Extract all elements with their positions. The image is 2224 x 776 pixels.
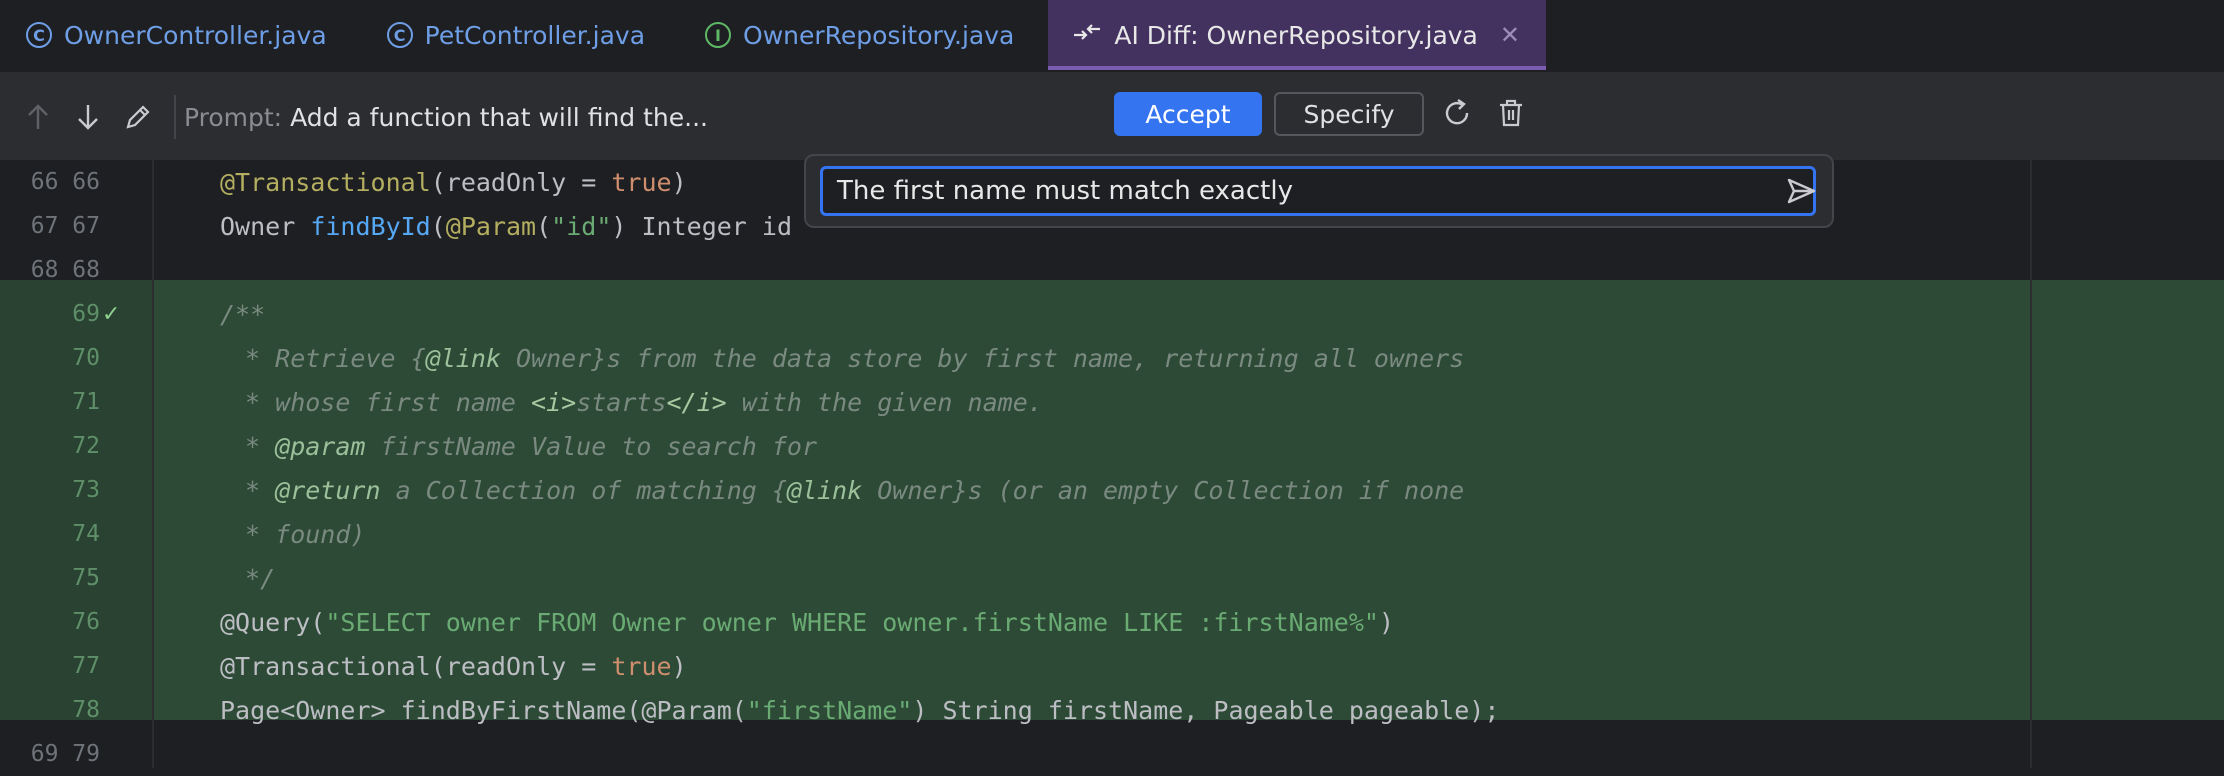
line-number: 71 <box>72 389 100 415</box>
specify-popup: The first name must match exactly <box>804 154 1834 228</box>
toolbar-separator <box>174 95 176 139</box>
editor-tab-bar: C OwnerController.java C PetController.j… <box>0 0 2224 74</box>
send-icon[interactable] <box>1784 166 1818 220</box>
code-text: * @param firstName Value to search for <box>230 431 818 461</box>
arrow-down-icon[interactable] <box>70 99 106 135</box>
code-text: * @return a Collection of matching {@lin… <box>230 475 1465 505</box>
code-text: @Transactional(readOnly = true) <box>220 167 687 197</box>
arrow-up-icon[interactable] <box>20 99 56 135</box>
right-margin-guide <box>2030 160 2032 768</box>
tab-label: PetController.java <box>424 20 646 50</box>
prompt-label: Prompt: <box>184 102 283 132</box>
prompt-text: Add a function that will find the... <box>290 102 708 132</box>
code-line[interactable]: 77 @Transactional(readOnly = true) <box>0 644 2224 688</box>
code-line[interactable]: 72 * @param firstName Value to search fo… <box>0 424 2224 468</box>
line-number: 70 <box>72 345 100 371</box>
tab-owner-repository[interactable]: I OwnerRepository.java <box>679 0 1038 70</box>
code-editor[interactable]: 66 66 @Transactional(readOnly = true) 67 6… <box>0 160 2224 768</box>
line-number: 78 <box>72 697 100 723</box>
input-value: The first name must match exactly <box>837 176 1293 206</box>
tab-label: OwnerController.java <box>64 20 327 50</box>
code-line[interactable]: 74 * found) <box>0 512 2224 556</box>
code-text: Page<Owner> findByFirstName(@Param("firs… <box>220 695 1500 725</box>
code-text: * Retrieve {@link Owner}s from the data … <box>230 343 1465 373</box>
pencil-icon[interactable] <box>120 99 156 135</box>
line-number: 66 66 <box>30 169 100 195</box>
tab-owner-controller[interactable]: C OwnerController.java <box>0 0 351 70</box>
code-text: * whose first name <i>starts</i> with th… <box>230 387 1043 417</box>
line-number: 72 <box>72 433 100 459</box>
code-text: @Query("SELECT owner FROM Owner owner WH… <box>220 607 1395 637</box>
line-number: 77 <box>72 653 100 679</box>
interface-icon: I <box>705 22 732 48</box>
line-number: 69 79 <box>30 741 100 767</box>
code-line[interactable]: 78 Page<Owner> findByFirstName(@Param("fi… <box>0 688 2224 732</box>
code-line[interactable]: 73 * @return a Collection of matching {@… <box>0 468 2224 512</box>
line-number: 68 68 <box>30 257 100 283</box>
class-icon: C <box>386 22 413 48</box>
code-text: Owner findById(@Param("id") Integer id <box>220 211 793 241</box>
code-line[interactable]: 75 */ <box>0 556 2224 600</box>
tab-pet-controller[interactable]: C PetController.java <box>361 0 669 70</box>
specify-button[interactable]: Specify <box>1274 92 1424 136</box>
code-text: */ <box>230 563 276 593</box>
line-number: 74 <box>72 521 100 547</box>
prompt-summary: Prompt: Add a function that will find th… <box>184 103 708 132</box>
line-number: 75 <box>72 565 100 591</box>
code-text: /** <box>220 299 266 329</box>
code-line[interactable]: 76 @Query("SELECT owner FROM Owner owner … <box>0 600 2224 644</box>
code-line[interactable]: 68 68 <box>0 248 2224 292</box>
trash-icon[interactable] <box>1494 96 1528 134</box>
regenerate-icon[interactable] <box>1440 96 1474 134</box>
line-number: 67 67 <box>30 213 100 239</box>
ai-diff-toolbar: Prompt: Add a function that will find th… <box>0 74 2224 160</box>
line-number: 76 <box>72 609 100 635</box>
code-text: * found) <box>230 519 366 549</box>
refine-prompt-input[interactable]: The first name must match exactly <box>820 166 1816 216</box>
code-text: @Transactional(readOnly = true) <box>220 651 687 681</box>
tab-ai-diff[interactable]: AI Diff: OwnerRepository.java ✕ <box>1048 0 1546 70</box>
close-icon[interactable]: ✕ <box>1500 21 1520 49</box>
tab-label: AI Diff: OwnerRepository.java <box>1114 20 1478 50</box>
code-line[interactable]: 69 ✓ /** <box>0 292 2224 336</box>
tab-label: OwnerRepository.java <box>743 20 1015 50</box>
check-icon[interactable]: ✓ <box>102 302 120 327</box>
code-line[interactable]: 70 * Retrieve {@link Owner}s from the da… <box>0 336 2224 380</box>
accept-button[interactable]: Accept <box>1114 92 1262 136</box>
code-line[interactable]: 69 79 <box>0 732 2224 776</box>
line-number: 73 <box>72 477 100 503</box>
class-icon: C <box>26 22 52 48</box>
diff-icon <box>1072 17 1102 53</box>
code-line[interactable]: 71 * whose first name <i>starts</i> with… <box>0 380 2224 424</box>
line-number: 69 <box>72 301 100 327</box>
